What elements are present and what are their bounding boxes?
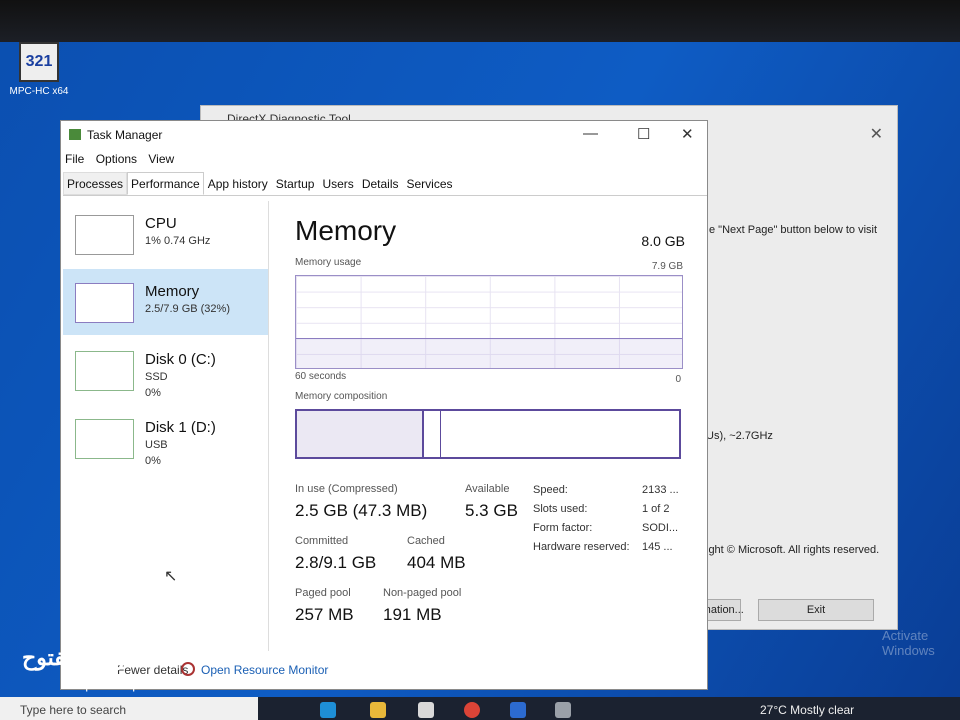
activate-windows-text: Activate Windows [882, 628, 935, 658]
sidebar-item-disk1[interactable]: Disk 1 (D:) USB 0% [63, 405, 268, 471]
tab-app-history[interactable]: App history [204, 172, 272, 195]
directx-icon[interactable] [510, 702, 526, 718]
cached-value: 404 MB [407, 553, 466, 572]
available-label: Available [465, 483, 510, 495]
hardware-reserved-value: 145 ... [642, 541, 673, 553]
tab-performance[interactable]: Performance [127, 172, 204, 195]
desktop-icon-mpc[interactable]: 321 MPC-HC x64 [4, 42, 74, 97]
file-explorer-icon[interactable] [370, 702, 386, 718]
mouse-cursor-icon: ↖ [164, 568, 178, 585]
committed-value: 2.8/9.1 GB [295, 553, 377, 572]
form-factor-label: Form factor: [533, 522, 593, 534]
memory-composition-bar [295, 409, 681, 459]
task-manager-icon [69, 129, 81, 140]
mpc-icon: 321 [19, 42, 59, 82]
tab-details[interactable]: Details [358, 172, 403, 195]
item-detail: SSD [145, 371, 168, 383]
page-title: Memory [295, 215, 397, 246]
item-usage: 0% [145, 387, 161, 399]
sidebar-item-memory[interactable]: Memory 2.5/7.9 GB (32%) [63, 269, 268, 335]
open-resource-monitor-link[interactable]: Open Resource Monitor [201, 663, 328, 677]
time-right: 0 [675, 374, 681, 385]
composition-label: Memory composition [295, 391, 388, 402]
nonpaged-pool-value: 191 MB [383, 605, 442, 624]
menu-options[interactable]: Options [96, 152, 137, 166]
exit-button[interactable]: Exit [758, 599, 874, 621]
menu-view[interactable]: View [148, 152, 174, 166]
time-left: 60 seconds [295, 371, 347, 382]
item-detail: 2.5/7.9 GB (32%) [145, 303, 230, 315]
available-value: 5.3 GB [465, 501, 518, 520]
tab-startup[interactable]: Startup [272, 172, 319, 195]
menu-bar: File Options View [65, 152, 182, 166]
tab-bar: Processes Performance App history Startu… [63, 172, 707, 196]
directx-text: Us), ~2.7GHz [706, 430, 773, 442]
minimize-button[interactable]: — [583, 125, 598, 142]
item-usage: 0% [145, 455, 161, 467]
speed-label: Speed: [533, 484, 568, 496]
item-name: Disk 1 (D:) [145, 419, 216, 436]
chrome-icon[interactable] [464, 702, 480, 718]
slots-value: 1 of 2 [642, 503, 670, 515]
disk-thumbnail-graph [75, 419, 134, 459]
store-icon[interactable] [418, 702, 434, 718]
window-title: Task Manager [87, 128, 163, 142]
resource-monitor-icon [181, 662, 195, 676]
in-use-value: 2.5 GB (47.3 MB) [295, 501, 428, 520]
directx-text: e "Next Page" button below to visit [709, 224, 878, 236]
usage-fill [296, 338, 682, 368]
desktop-icon-label: MPC-HC x64 [9, 86, 69, 97]
maximize-button[interactable]: ☐ [637, 125, 650, 143]
title-bar: Task Manager — ☐ ✕ [61, 121, 707, 151]
tab-users[interactable]: Users [318, 172, 357, 195]
memory-usage-graph [295, 275, 683, 369]
paged-pool-value: 257 MB [295, 605, 354, 624]
screen-bezel [0, 0, 960, 42]
form-factor-value: SODI... [642, 522, 679, 534]
menu-file[interactable]: File [65, 152, 84, 166]
weather-widget[interactable]: 27°C Mostly clear [760, 703, 854, 717]
cpu-thumbnail-graph [75, 215, 134, 255]
paged-pool-label: Paged pool [295, 587, 351, 599]
item-name: Disk 0 (C:) [145, 351, 216, 368]
cached-label: Cached [407, 535, 445, 547]
free-segment [441, 411, 679, 457]
sidebar-item-cpu[interactable]: CPU 1% 0.74 GHz [63, 201, 268, 267]
usage-max: 7.9 GB [651, 261, 683, 272]
task-manager-taskbar-icon[interactable] [555, 702, 571, 718]
speed-value: 2133 ... [642, 484, 679, 496]
close-button[interactable]: ✕ [681, 125, 694, 143]
in-use-segment [297, 411, 423, 457]
memory-thumbnail-graph [75, 283, 134, 323]
edge-icon[interactable] [320, 702, 336, 718]
hardware-reserved-label: Hardware reserved: [533, 541, 630, 553]
usage-label: Memory usage [295, 257, 362, 268]
watermark-logo-latin: opensooq.com [78, 677, 164, 692]
watermark-logo: السوق المفتوح [22, 645, 158, 670]
taskbar: Type here to search 27°C Mostly clear [0, 697, 960, 720]
item-name: Memory [145, 283, 200, 300]
task-manager-window: Task Manager — ☐ ✕ File Options View Pro… [60, 120, 708, 690]
committed-label: Committed [295, 535, 349, 547]
in-use-label: In use (Compressed) [295, 483, 398, 495]
slots-label: Slots used: [533, 503, 588, 515]
tab-processes[interactable]: Processes [63, 172, 128, 195]
directx-text: ight © Microsoft. All rights reserved. [706, 544, 880, 556]
tab-services[interactable]: Services [403, 172, 457, 195]
taskbar-search-input[interactable]: Type here to search [0, 697, 258, 720]
disk-thumbnail-graph [75, 351, 134, 391]
nonpaged-pool-label: Non-paged pool [383, 587, 462, 599]
sidebar-item-disk0[interactable]: Disk 0 (C:) SSD 0% [63, 337, 268, 403]
item-detail: USB [145, 439, 168, 451]
total-memory: 8.0 GB [641, 233, 685, 249]
item-name: CPU [145, 215, 177, 232]
close-icon[interactable]: ✕ [870, 124, 883, 144]
modified-segment [423, 411, 441, 457]
item-detail: 1% 0.74 GHz [145, 235, 211, 247]
